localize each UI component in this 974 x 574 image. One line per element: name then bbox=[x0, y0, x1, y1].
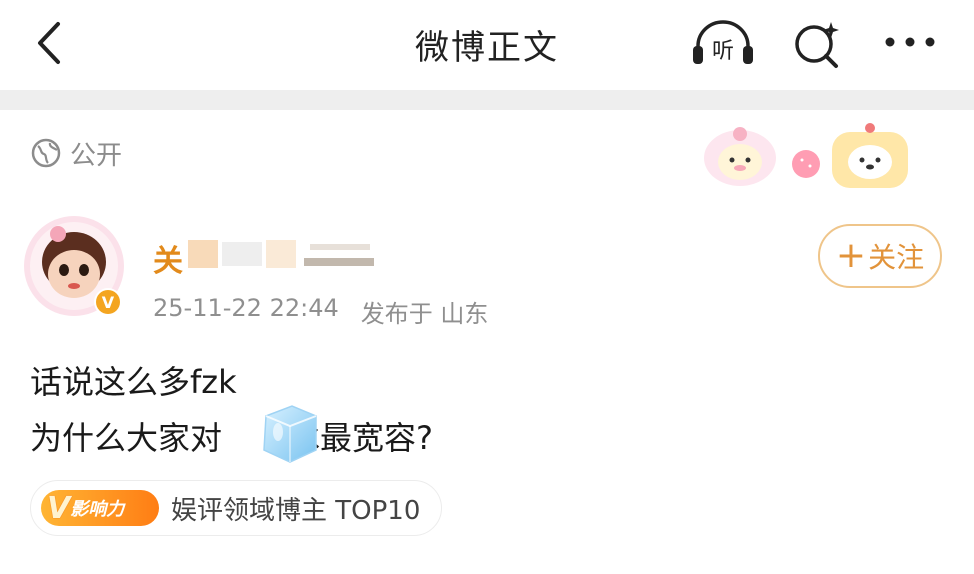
avatar[interactable]: V bbox=[22, 212, 134, 324]
name-redaction bbox=[186, 234, 396, 274]
ice-emoji bbox=[256, 402, 322, 466]
svg-text:V: V bbox=[102, 293, 115, 312]
influence-badge[interactable]: V 影响力 娱评领域博主 TOP10 bbox=[30, 480, 442, 536]
influence-pill-label: 影响力 bbox=[70, 499, 125, 520]
influence-v-letter: V bbox=[47, 490, 71, 526]
post-body: 话说这么多fzk 为什么大家对 冰最宽容? bbox=[30, 354, 433, 466]
svg-text:听: 听 bbox=[712, 39, 734, 64]
post-meta: 25-11-22 22:44 发布于 山东 bbox=[153, 294, 488, 329]
headphones-icon: 听 bbox=[693, 20, 753, 64]
more-horizontal-icon bbox=[885, 37, 935, 47]
influence-badge-text: 娱评领域博主 TOP10 bbox=[171, 495, 421, 526]
redaction-mosaic-icon bbox=[188, 240, 374, 268]
more-button[interactable] bbox=[880, 20, 940, 64]
ice-cube-icon bbox=[263, 405, 317, 463]
decoration-stickers bbox=[700, 118, 920, 198]
author-name[interactable]: 关 bbox=[153, 236, 183, 280]
section-divider bbox=[0, 90, 974, 110]
top-bar: 微博正文 听 bbox=[0, 0, 974, 90]
visibility-indicator: 公开 bbox=[30, 136, 123, 171]
follow-label: 关注 bbox=[868, 241, 925, 274]
post-location: 发布于 山东 bbox=[360, 300, 489, 328]
follow-button[interactable]: + 关注 bbox=[818, 224, 942, 288]
avatar-image-icon: V bbox=[24, 216, 124, 316]
post-text-line-1: 话说这么多fzk bbox=[30, 363, 237, 401]
post-text-line-2: 为什么大家对 冰最宽容? bbox=[30, 410, 433, 466]
listen-button[interactable]: 听 bbox=[690, 18, 756, 68]
plus-icon: + bbox=[835, 235, 867, 276]
post-text-line-2-start: 为什么大家对 bbox=[30, 419, 223, 457]
search-sparkle-icon bbox=[795, 22, 839, 68]
visibility-label: 公开 bbox=[70, 140, 123, 171]
globe-icon bbox=[31, 138, 61, 168]
post-timestamp: 25-11-22 22:44 bbox=[153, 294, 339, 322]
search-button[interactable] bbox=[790, 18, 846, 70]
influence-pill: V 影响力 bbox=[41, 490, 159, 526]
cartoon-sticker-icon bbox=[704, 123, 908, 188]
